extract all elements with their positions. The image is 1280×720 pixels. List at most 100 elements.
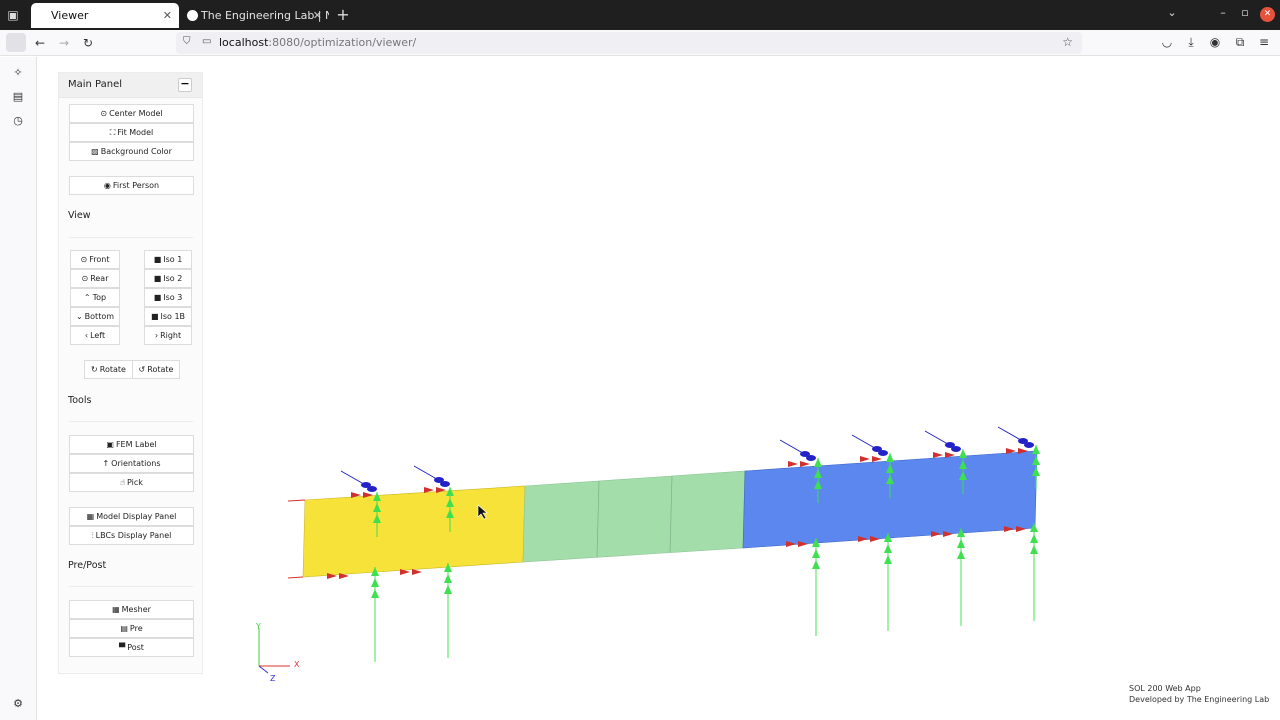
view-left-button[interactable]: ‹ Left bbox=[70, 326, 120, 345]
orientations-button[interactable]: ↑ Orientations bbox=[69, 454, 194, 473]
menu-icon[interactable]: ≡ bbox=[1256, 35, 1272, 49]
restore-icon[interactable]: ▫ bbox=[1237, 6, 1253, 19]
tab-viewer[interactable]: Viewer ✕ bbox=[31, 3, 179, 28]
pick-button[interactable]: ☝ Pick bbox=[69, 473, 194, 492]
force-arrow-green bbox=[444, 574, 452, 583]
view-rear-button[interactable]: ⊙ Rear bbox=[70, 269, 120, 288]
reload-icon[interactable]: ↻ bbox=[79, 34, 97, 52]
view-front-button[interactable]: ⊙ Front bbox=[70, 250, 120, 269]
main-panel: Main Panel − ⊙ Center Model ⛶ Fit Model ▨ B… bbox=[58, 72, 203, 674]
first-person-button[interactable]: ◉ First Person bbox=[69, 176, 194, 195]
minimize-icon[interactable]: – bbox=[1215, 6, 1231, 19]
tab-title: The Engineering Lab | Na bbox=[201, 9, 329, 22]
panel-title: Main Panel bbox=[68, 79, 123, 90]
background-color-button[interactable]: ▨ Background Color bbox=[69, 142, 194, 161]
synced-tabs-icon[interactable]: ▤ bbox=[11, 90, 25, 104]
chevron-left-icon: ‹ bbox=[84, 331, 89, 340]
model-viewport[interactable]: Y X Z bbox=[203, 57, 1280, 720]
circle-dot-icon: ⊙ bbox=[81, 274, 89, 283]
settings-gear-icon[interactable]: ⚙ bbox=[11, 697, 25, 711]
rotate-ccw-button[interactable]: ↺ Rotate bbox=[132, 360, 180, 379]
force-arrow-green bbox=[812, 560, 820, 569]
rotate-ccw-icon: ↺ bbox=[138, 365, 146, 374]
cube-icon: ■ bbox=[153, 274, 162, 283]
force-arrow-red bbox=[933, 452, 943, 458]
new-tab-icon[interactable]: + bbox=[334, 5, 352, 24]
fit-model-button[interactable]: ⛶ Fit Model bbox=[69, 123, 194, 142]
tab-engineering-lab[interactable]: The Engineering Lab | Na ✕ bbox=[181, 3, 329, 28]
page-icon[interactable]: ▭ bbox=[202, 36, 211, 47]
file-icon: ▤ bbox=[120, 624, 128, 633]
tab-title: Viewer bbox=[51, 9, 89, 22]
view-top-button[interactable]: ⌃ Top bbox=[70, 288, 120, 307]
post-button[interactable]: ▀ Post bbox=[69, 638, 194, 657]
footer-app-name: SOL 200 Web App bbox=[1129, 684, 1201, 693]
triad-z-label: Z bbox=[270, 674, 276, 683]
rotate-cw-icon: ↻ bbox=[91, 365, 98, 374]
force-arrow-green bbox=[444, 585, 452, 594]
beam-region-yellow[interactable] bbox=[302, 485, 526, 578]
beam-region-green[interactable] bbox=[522, 470, 746, 563]
axis-triad: Y X Z bbox=[255, 622, 300, 683]
force-arrow-green bbox=[957, 550, 965, 559]
model-display-panel-button[interactable]: ▦ Model Display Panel bbox=[69, 507, 194, 526]
force-arrow-green bbox=[371, 589, 379, 598]
view-iso1b-button[interactable]: ■ Iso 1B bbox=[144, 307, 192, 326]
force-arrow-red bbox=[860, 456, 870, 462]
fem-label-button[interactable]: ▣ FEM Label bbox=[69, 435, 194, 454]
close-tab-icon[interactable]: ✕ bbox=[163, 3, 172, 28]
collapse-button[interactable]: − bbox=[178, 78, 192, 92]
browser-nav-bar: ← → ↻ ⛉ ▭ localhost:8080/optimization/vi… bbox=[0, 30, 1280, 56]
force-arrow-green bbox=[1030, 534, 1038, 543]
force-arrow-green bbox=[957, 539, 965, 548]
triad-x-label: X bbox=[294, 660, 300, 669]
lbcs-display-panel-button[interactable]: ⫶ LBCs Display Panel bbox=[69, 526, 194, 545]
view-iso3-button[interactable]: ■ Iso 3 bbox=[144, 288, 192, 307]
force-arrow-green bbox=[884, 555, 892, 564]
circle-dot-icon: ⊙ bbox=[80, 255, 88, 264]
force-arrow-red bbox=[800, 461, 810, 467]
cube-icon: ■ bbox=[153, 293, 162, 302]
view-right-button[interactable]: › Right bbox=[144, 326, 192, 345]
mesher-button[interactable]: ▦ Mesher bbox=[69, 600, 194, 619]
force-arrow-green bbox=[1030, 545, 1038, 554]
tab-overflow-chevron-icon[interactable]: ⌄ bbox=[1164, 6, 1180, 19]
sliders-icon: ⫶ bbox=[91, 531, 94, 540]
prepost-section-title: Pre/Post bbox=[68, 560, 107, 571]
url-text[interactable]: localhost:8080/optimization/viewer/ bbox=[219, 36, 416, 49]
account-icon[interactable]: ◉ bbox=[1207, 35, 1223, 49]
view-bottom-button[interactable]: ⌄ Bottom bbox=[70, 307, 120, 326]
triad-y-label: Y bbox=[255, 622, 261, 631]
force-arrow-green bbox=[884, 544, 892, 553]
eye-icon: ◉ bbox=[103, 181, 111, 190]
history-icon[interactable]: ◷ bbox=[11, 114, 25, 128]
tab-list-icon[interactable]: ▣ bbox=[5, 7, 21, 23]
forward-icon[interactable]: → bbox=[55, 34, 73, 52]
divider bbox=[69, 586, 193, 587]
view-iso1-button[interactable]: ■ Iso 1 bbox=[144, 250, 192, 269]
divider bbox=[69, 237, 193, 238]
monitor-icon: ▀ bbox=[119, 643, 126, 652]
view-section-title: View bbox=[68, 210, 91, 221]
force-arrow-green bbox=[371, 578, 379, 587]
center-model-button[interactable]: ⊙ Center Model bbox=[69, 104, 194, 123]
window-close-icon[interactable]: ✕ bbox=[1260, 7, 1275, 22]
ai-chat-icon[interactable]: ✧ bbox=[11, 66, 25, 80]
sidebar-toggle-icon[interactable] bbox=[6, 33, 26, 52]
pre-button[interactable]: ▤ Pre bbox=[69, 619, 194, 638]
rotate-cw-button[interactable]: ↻ Rotate bbox=[84, 360, 133, 379]
close-tab-icon[interactable]: ✕ bbox=[313, 3, 322, 28]
url-bar[interactable]: ⛉ ▭ localhost:8080/optimization/viewer/ … bbox=[176, 32, 1082, 54]
arrow-up-icon: ↑ bbox=[102, 459, 110, 468]
extensions-icon[interactable]: ⧉ bbox=[1232, 35, 1248, 50]
target-icon: ⊙ bbox=[100, 109, 108, 118]
browser-tab-bar: ▣ Viewer ✕ The Engineering Lab | Na ✕ + … bbox=[0, 0, 1280, 30]
chevron-down-icon: ⌄ bbox=[75, 312, 83, 321]
shield-icon[interactable]: ⛉ bbox=[183, 36, 191, 47]
force-arrow-red bbox=[872, 456, 882, 462]
pocket-icon[interactable]: ◡ bbox=[1159, 35, 1175, 49]
back-icon[interactable]: ← bbox=[31, 34, 49, 52]
download-icon[interactable]: ⤓ bbox=[1183, 35, 1199, 50]
view-iso2-button[interactable]: ■ Iso 2 bbox=[144, 269, 192, 288]
bookmark-star-icon[interactable]: ☆ bbox=[1062, 35, 1073, 49]
